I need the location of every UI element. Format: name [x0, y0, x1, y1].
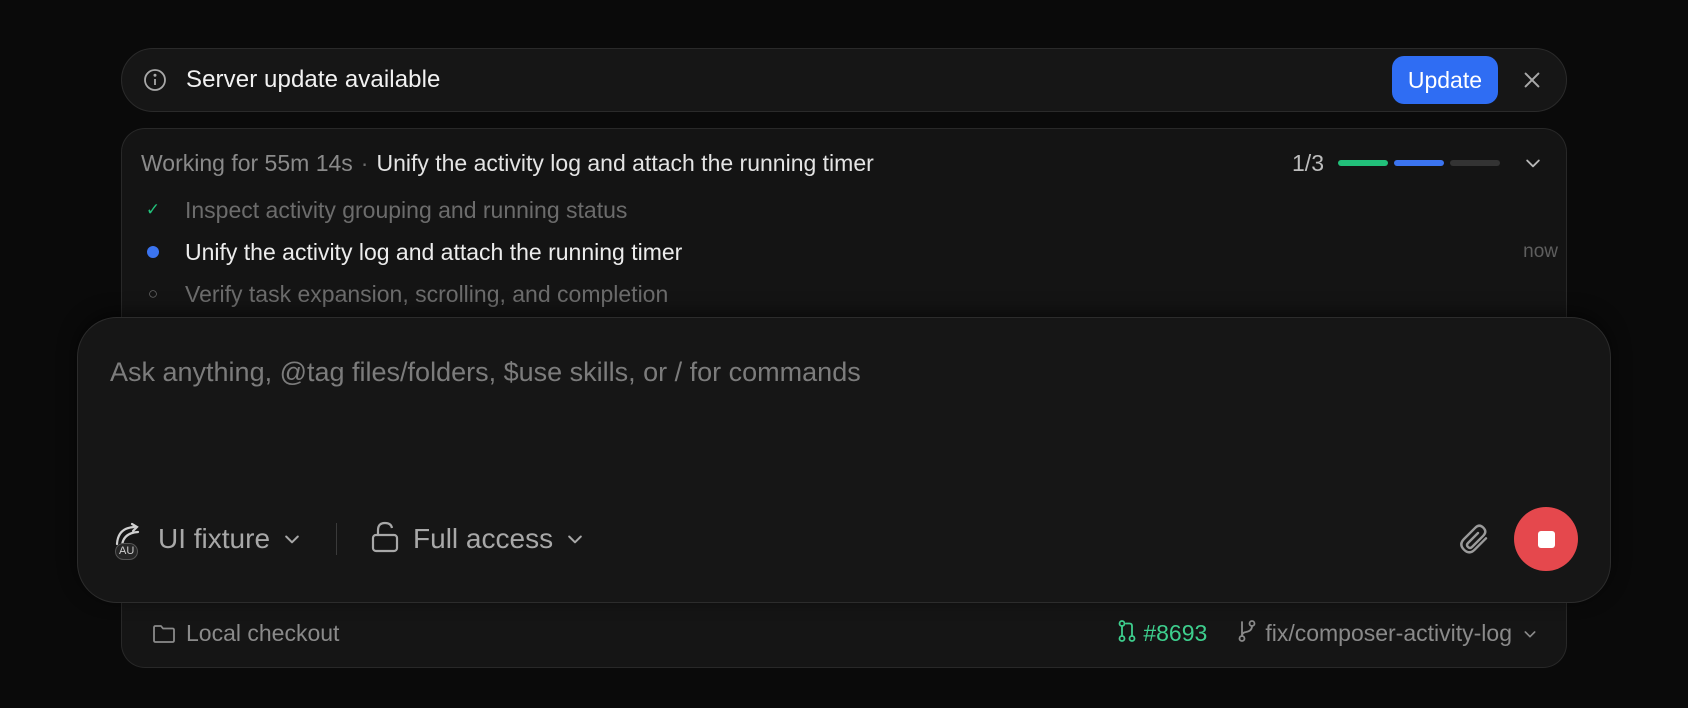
- working-duration: Working for 55m 14s: [141, 149, 353, 176]
- current-task-title: Unify the activity log and attach the ru…: [376, 149, 874, 176]
- chevron-down-icon[interactable]: [1520, 150, 1546, 176]
- step-label: Inspect activity grouping and running st…: [185, 196, 628, 223]
- pr-number: #8693: [1143, 620, 1208, 646]
- pending-circle-icon: ○: [147, 284, 159, 303]
- close-icon[interactable]: [1518, 66, 1546, 94]
- model-badge: AU: [115, 543, 139, 560]
- chevron-down-icon: [282, 529, 302, 549]
- access-label: Full access: [413, 523, 554, 554]
- paperclip-icon[interactable]: [1454, 519, 1494, 559]
- composer: AU UI fixture Full access: [77, 317, 1611, 603]
- progress-count: 1/3: [1292, 149, 1324, 176]
- step-item: ✓ Inspect activity grouping and running …: [141, 189, 1558, 231]
- active-dot-icon: [141, 245, 165, 259]
- progress-bars: [1338, 160, 1500, 166]
- info-icon: [142, 67, 168, 93]
- progress-bar-segment-2: [1394, 160, 1444, 166]
- stop-square-icon: [1537, 530, 1555, 548]
- composer-footer: Local checkout #8693 fix/composer-activi…: [121, 600, 1567, 668]
- model-selector[interactable]: AU UI fixture: [112, 522, 302, 560]
- check-icon: ✓: [145, 200, 161, 219]
- stop-button[interactable]: [1514, 507, 1578, 571]
- git-branch-icon: [1237, 619, 1257, 649]
- progress-bar-segment-3: [1450, 160, 1500, 166]
- chevron-down-icon: [1522, 626, 1538, 642]
- update-button[interactable]: Update: [1391, 56, 1498, 104]
- model-icon: AU: [112, 522, 146, 560]
- toolbar-divider: [336, 523, 338, 555]
- model-label: UI fixture: [158, 523, 271, 554]
- local-checkout-label[interactable]: Local checkout: [186, 620, 339, 647]
- step-label: Unify the activity log and attach the ru…: [185, 238, 683, 265]
- step-label: Verify task expansion, scrolling, and co…: [185, 280, 669, 307]
- banner-title: Server update available: [186, 66, 441, 93]
- pull-request-link[interactable]: #8693: [1117, 619, 1207, 649]
- unlock-icon: [371, 521, 399, 558]
- step-item: Unify the activity log and attach the ru…: [141, 231, 1558, 273]
- pull-request-icon: [1117, 619, 1137, 649]
- step-time: now: [1523, 241, 1558, 262]
- task-steps: ✓ Inspect activity grouping and running …: [141, 189, 1558, 315]
- access-selector[interactable]: Full access: [371, 521, 585, 558]
- folder-icon: [152, 622, 176, 646]
- composer-toolbar: AU UI fixture Full access: [112, 507, 1578, 571]
- update-banner: Server update available Update: [121, 48, 1567, 112]
- header-separator: ·: [360, 149, 369, 176]
- branch-name: fix/composer-activity-log: [1265, 620, 1512, 646]
- app-root: Server update available Update Working f…: [0, 0, 1688, 708]
- progress-bar-segment-1: [1338, 160, 1388, 166]
- prompt-input[interactable]: [110, 352, 1210, 392]
- chevron-down-icon: [565, 529, 585, 549]
- branch-selector[interactable]: fix/composer-activity-log: [1237, 619, 1538, 649]
- step-item: ○ Verify task expansion, scrolling, and …: [141, 273, 1558, 315]
- activity-header[interactable]: Working for 55m 14s · Unify the activity…: [141, 147, 1546, 179]
